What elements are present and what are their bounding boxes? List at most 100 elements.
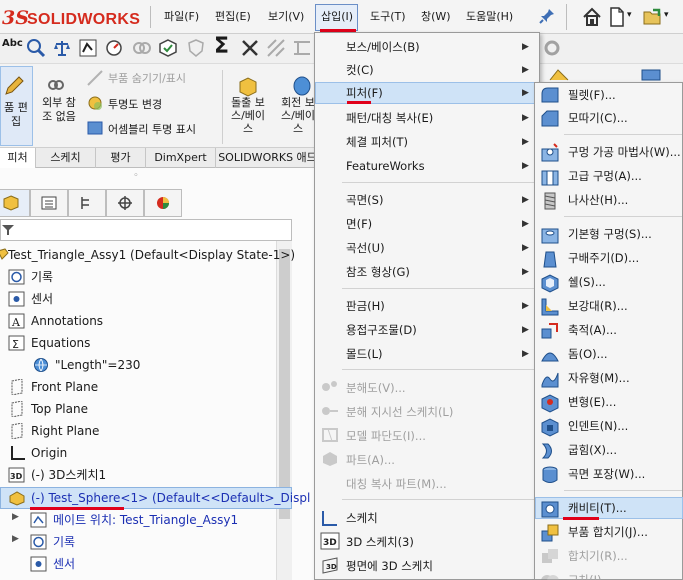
menu-item-model-break-view[interactable]: 모델 파단도(I)... (346, 425, 426, 447)
menu-item-thread[interactable]: 나사산(H)... (568, 189, 628, 211)
plane-icon (11, 401, 23, 417)
search-zoom-icon[interactable] (26, 38, 46, 58)
gauge-icon[interactable] (104, 38, 124, 58)
svg-text:3D: 3D (326, 563, 337, 571)
new-document-icon[interactable] (606, 6, 628, 28)
expand-arrow-icon[interactable]: ▶ (12, 512, 19, 522)
menu-item-explode-line-sketch[interactable]: 분해 지시선 스케치(L) (346, 401, 453, 423)
pencil-icon (5, 76, 24, 95)
menu-item-face[interactable]: 면(F) (346, 213, 372, 235)
extrude-boss-button[interactable]: 돌출 보 스/베이 스 (226, 96, 270, 135)
svg-text:A: A (11, 316, 21, 329)
dropdown-arrow-icon[interactable]: ▾ (664, 10, 669, 20)
scale-balance-icon[interactable] (52, 38, 72, 58)
menu-item-freeform[interactable]: 자유형(M)... (568, 367, 630, 389)
menu-item-cavity[interactable]: 캐비티(T)... (568, 497, 627, 519)
menu-item-fastening-feature[interactable]: 체결 피처(T) (346, 131, 408, 153)
scroll-thumb[interactable] (279, 249, 290, 519)
submenu-arrow-icon: ▶ (522, 267, 529, 277)
sketch-curve-icon[interactable] (78, 38, 98, 58)
join-icon (541, 524, 559, 542)
menu-item-mirror-part[interactable]: 대칭 복사 파트(M)... (346, 473, 447, 495)
menu-item-draft[interactable]: 구배주기(D)... (568, 247, 639, 269)
tab-configuration-manager[interactable] (68, 189, 106, 217)
open-folder-icon[interactable] (642, 6, 664, 28)
gear-icon[interactable] (542, 38, 562, 58)
menu-item-rib[interactable]: 보강대(R)... (568, 295, 628, 317)
menu-item-intersect[interactable]: 교차(I)... (568, 569, 613, 580)
box-check-icon[interactable] (158, 38, 178, 58)
no-external-ref-button[interactable]: 외부 참 조 없음 (37, 96, 81, 124)
tree-scrollbar[interactable] (276, 241, 292, 580)
tab-evaluate[interactable]: 평가 (96, 148, 146, 168)
menu-item-curve[interactable]: 곡선(U) (346, 237, 385, 259)
menu-window[interactable]: 창(W) (421, 8, 451, 26)
menu-item-advanced-hole[interactable]: 고급 구멍(A)... (568, 165, 642, 187)
tab-display-manager[interactable] (144, 189, 182, 217)
menu-item-sketch[interactable]: 스케치 (346, 507, 378, 529)
menu-item-reference-geometry[interactable]: 참조 형상(G) (346, 261, 410, 283)
tools-cross-icon[interactable] (240, 38, 260, 58)
menu-item-3d-sketch[interactable]: 3D 스케치(3) (346, 531, 414, 553)
menu-file[interactable]: 파일(F) (164, 8, 199, 26)
spell-check-icon[interactable]: Abc (2, 38, 23, 49)
hatch-icon[interactable] (266, 38, 286, 58)
menu-item-weldments[interactable]: 용접구조물(D) (346, 319, 417, 341)
tab-solidworks-addins[interactable]: SOLIDWORKS 애드 (216, 148, 320, 168)
menu-edit[interactable]: 편집(E) (215, 8, 251, 26)
menu-item-featureworks[interactable]: FeatureWorks (346, 155, 425, 177)
menu-item-wrap[interactable]: 곡면 포장(W)... (568, 463, 645, 485)
menu-item-molds[interactable]: 몰드(L) (346, 343, 383, 365)
submenu-arrow-icon: ▶ (522, 349, 529, 359)
edit-part-button[interactable]: 품 편 집 (0, 66, 33, 146)
menu-help[interactable]: 도움말(H) (466, 8, 513, 26)
menu-item-flex[interactable]: 굽힘(X)... (568, 439, 617, 461)
menu-item-scale[interactable]: 축적(A)... (568, 319, 617, 341)
menu-item-part[interactable]: 파트(A)... (346, 449, 395, 471)
menu-item-join[interactable]: 부품 합치기(J)... (568, 521, 648, 543)
menu-item-exploded-view[interactable]: 분해도(V)... (346, 377, 406, 399)
dimension-icon[interactable] (292, 38, 312, 58)
menu-item-hole-wizard[interactable]: 구멍 가공 마법사(W)... (568, 141, 681, 163)
splitter-handle-icon[interactable]: ◦ (128, 172, 144, 181)
sketch-icon (322, 511, 337, 526)
shield-check-icon[interactable] (186, 38, 206, 58)
compare-icon[interactable] (132, 38, 152, 58)
dropdown-arrow-icon[interactable]: ▾ (627, 10, 632, 20)
menu-item-cut[interactable]: 컷(C) (346, 59, 374, 81)
tab-property-manager[interactable] (30, 189, 68, 217)
tree-item-label: Annotations (31, 314, 104, 328)
menu-insert[interactable]: 삽입(I) (321, 8, 353, 26)
menu-item-simple-hole[interactable]: 기본형 구멍(S)... (568, 223, 652, 245)
menu-item-combine[interactable]: 합치기(R)... (568, 545, 628, 567)
pin-icon[interactable] (538, 7, 556, 25)
menu-item-chamfer[interactable]: 모따기(C)... (568, 107, 628, 129)
hide-show-parts-button[interactable]: 부품 숨기기/표시 (108, 70, 186, 86)
menu-item-deform[interactable]: 변형(E)... (568, 391, 616, 413)
tree-filter[interactable] (0, 219, 292, 241)
expand-arrow-icon[interactable]: ▶ (12, 534, 19, 544)
menu-tools[interactable]: 도구(T) (370, 8, 406, 26)
draft-icon (543, 251, 557, 268)
menu-item-dome[interactable]: 돔(O)... (568, 343, 608, 365)
menu-item-shell[interactable]: 쉘(S)... (568, 271, 606, 293)
menu-item-pattern-mirror[interactable]: 패턴/대칭 복사(E) (346, 107, 433, 129)
tab-features[interactable]: 피처 (0, 148, 36, 168)
menu-item-sheet-metal[interactable]: 판금(H) (346, 295, 385, 317)
tree-item-label: 기록 (53, 535, 76, 549)
tab-dimxpert-manager[interactable] (106, 189, 144, 217)
menu-item-3d-sketch-on-plane[interactable]: 평면에 3D 스케치 (346, 555, 433, 577)
menu-item-fillet[interactable]: 필렛(F)... (568, 84, 616, 106)
menu-item-surface[interactable]: 곡면(S) (346, 189, 383, 211)
sum-icon[interactable]: Σ (214, 34, 229, 59)
home-icon[interactable] (581, 6, 603, 28)
change-transparency-button[interactable]: 투명도 변경 (108, 96, 162, 112)
tab-feature-tree[interactable] (0, 189, 30, 217)
menu-item-boss-base[interactable]: 보스/베이스(B) (346, 36, 420, 58)
tab-sketch[interactable]: 스케치 (36, 148, 96, 168)
color-pie-icon (157, 197, 169, 209)
menu-item-indent[interactable]: 인덴트(N)... (568, 415, 628, 437)
menu-view[interactable]: 보기(V) (268, 8, 304, 26)
tab-dimxpert[interactable]: DimXpert (146, 148, 216, 168)
assembly-transparency-button[interactable]: 어셈블리 투명 표시 (108, 121, 196, 137)
